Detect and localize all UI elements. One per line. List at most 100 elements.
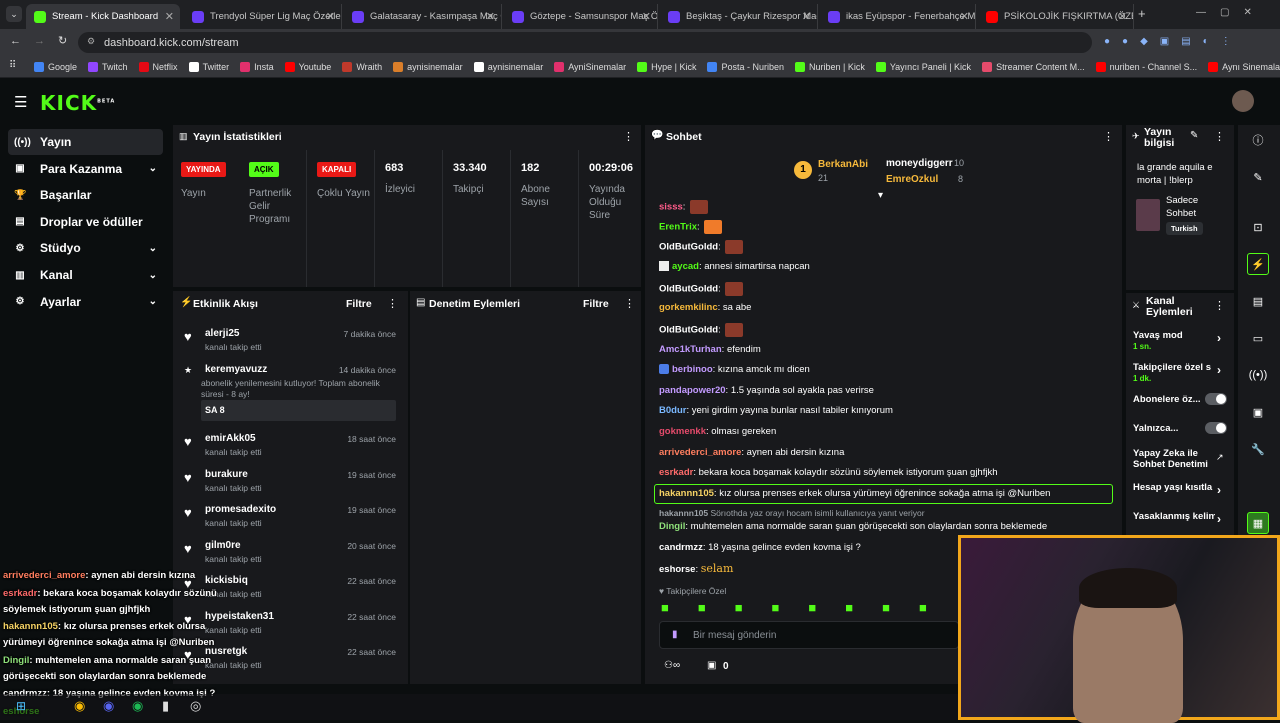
chevron-down-icon[interactable]: ⌄ (149, 163, 157, 174)
channel-action-label[interactable]: Yapay Zeka ile Sohbet Denetimi (1133, 448, 1215, 470)
chevron-down-icon[interactable]: ⌄ (149, 296, 157, 307)
chat-username[interactable]: arrivederci_amore (659, 447, 741, 458)
channel-action-label[interactable]: Hesap yaşı kısıtla (1133, 482, 1215, 493)
discord-icon[interactable]: ◉ (103, 698, 114, 714)
edit-icon[interactable]: ✎ (1190, 130, 1198, 141)
chat-username[interactable]: OldButGoldd (659, 242, 718, 253)
channel-action-label[interactable]: Abonelere öz... (1133, 394, 1215, 405)
app-icon[interactable]: ▮ (162, 698, 169, 714)
info-icon[interactable]: ⓘ (1247, 129, 1269, 151)
chevron-right-icon[interactable]: › (1217, 331, 1221, 345)
chat-username[interactable]: OldButGoldd (659, 284, 718, 295)
emote-bar[interactable]: ■■■■■■■■ (661, 600, 956, 615)
close-icon[interactable]: ✕ (165, 10, 174, 23)
apps-icon[interactable]: ⠿ (9, 60, 16, 71)
bookmark-item[interactable]: aynisinemalar (473, 61, 543, 72)
menu-icon[interactable]: ☰ (14, 93, 27, 111)
new-tab-icon[interactable]: + (1138, 6, 1146, 21)
bookmark-item[interactable]: Google (34, 61, 77, 72)
chevron-right-icon[interactable]: › (1217, 512, 1221, 526)
feed-username[interactable]: alerji25 (205, 328, 239, 339)
chat-username[interactable]: sisss (659, 202, 683, 213)
filter-button[interactable]: Filtre (583, 298, 609, 310)
channel-action-label[interactable]: Yasaklanmış kelim (1133, 511, 1215, 522)
tab-goztepe[interactable]: Göztepe - Samsunspor Maç Öz ✕ (504, 4, 658, 29)
external-link-icon[interactable]: ↗ (1216, 452, 1224, 463)
address-bar[interactable]: ⚙ dashboard.kick.com/stream (78, 32, 1092, 53)
bookmark-item[interactable]: Netflix (138, 61, 178, 72)
sidebar-item-3[interactable]: ▤ Droplar ve ödüller (8, 209, 163, 235)
chat-input[interactable]: ▮ Bir mesaj gönderin (659, 621, 959, 649)
wrench-icon[interactable]: 🔧 (1247, 438, 1269, 460)
chat-username[interactable]: aycad (672, 261, 699, 272)
feed-username[interactable]: promesadexito (205, 504, 276, 515)
site-info-icon[interactable]: ⚙ (87, 36, 95, 47)
close-icon[interactable]: ✕ (326, 10, 335, 23)
feed-username[interactable]: burakure (205, 469, 248, 480)
spotify-icon[interactable]: ◉ (132, 698, 143, 714)
close-icon[interactable]: ✕ (486, 10, 495, 23)
screenshot-icon[interactable]: ⊡ (1247, 216, 1269, 238)
close-icon[interactable]: ✕ (802, 10, 811, 23)
avatar[interactable] (1232, 90, 1254, 112)
channel-action-label[interactable]: Yalnızca... (1133, 423, 1215, 434)
broadcast-icon[interactable]: ((•)) (1247, 364, 1269, 386)
chevron-right-icon[interactable]: › (1217, 363, 1221, 377)
bookmark-item[interactable]: Streamer Content M... (982, 61, 1085, 72)
chat-username[interactable]: B0dur (659, 405, 686, 416)
bookmark-item[interactable]: Aynı Sinemalar - Ça... (1208, 61, 1280, 72)
chat-username[interactable]: pandapower20 (659, 385, 726, 396)
toggle-switch[interactable] (1205, 422, 1227, 434)
obs-icon[interactable]: ◎ (190, 698, 201, 714)
chat-username[interactable]: hakannn105 (659, 508, 708, 518)
chat-username[interactable]: esrkadr (659, 467, 693, 478)
chat-username[interactable]: Dingil (659, 521, 685, 532)
chat-username[interactable]: candrmzz (659, 542, 703, 553)
bookmark-item[interactable]: Insta (240, 61, 274, 72)
kick-logo[interactable]: KICKBETA (40, 91, 115, 115)
bookmark-item[interactable]: aynisinemalar (393, 61, 463, 72)
tab-super-lig[interactable]: Trendyol Süper Lig Maç Özetleri ✕ (184, 4, 342, 29)
channel-action-label[interactable]: Takipçilere özel s (1133, 362, 1215, 373)
chat-username[interactable]: ErenTrix (659, 222, 697, 233)
feed-username[interactable]: emirAkk05 (205, 433, 256, 444)
tab-eyupspor[interactable]: ikas Eyüpspor - Fenerbahçe Ma ✕ (820, 4, 976, 29)
sidebar-item-5[interactable]: ▥ Kanal ⌄ (8, 262, 163, 288)
tab-galatasaray[interactable]: Galatasaray - Kasımpaşa Maç Ö ✕ (344, 4, 502, 29)
feed-username[interactable]: keremyavuzz (205, 364, 267, 375)
window-controls[interactable]: —▢✕ (1196, 7, 1266, 18)
chat-icon[interactable]: ▭ (1247, 327, 1269, 349)
chevron-down-icon[interactable]: ⌄ (149, 270, 157, 281)
tab-kick-dashboard[interactable]: Stream - Kick Dashboard ✕ (26, 4, 180, 29)
sidebar-item-0[interactable]: ((•)) Yayın (8, 129, 163, 155)
more-options-icon[interactable]: ⋮ (387, 297, 398, 310)
document-icon[interactable]: ▤ (1247, 290, 1269, 312)
chat-username[interactable]: gokmenkk (659, 426, 706, 437)
chevron-down-icon[interactable]: ⌄ (149, 243, 157, 254)
bookmark-item[interactable]: Nuriben | Kick (794, 61, 865, 72)
chat-username[interactable]: OldButGoldd (659, 325, 718, 336)
sidebar-item-2[interactable]: 🏆 Başarılar (8, 182, 163, 208)
more-options-icon[interactable]: ⋮ (1214, 299, 1225, 312)
tab-besiktas[interactable]: Beşiktaş - Çaykur Rizespor Maç ✕ (660, 4, 818, 29)
tab-search-button[interactable]: ⌄ (6, 6, 22, 22)
bookmark-item[interactable]: Twitter (188, 61, 229, 72)
tab-youtube[interactable]: PSİKOLOJİK FIŞKIRTMA (ÖZET_✕ (978, 4, 1134, 29)
more-options-icon[interactable]: ⋮ (623, 130, 634, 143)
channel-action-label[interactable]: Yavaş mod (1133, 330, 1215, 341)
bookmark-item[interactable]: Wraith (342, 61, 382, 72)
back-icon[interactable]: ← (10, 35, 21, 47)
bookmark-item[interactable]: Yayıncı Paneli | Kick (875, 61, 971, 72)
chat-username[interactable]: Amc1kTurhan (659, 344, 722, 355)
sidebar-item-1[interactable]: ▣ Para Kazanma ⌄ (8, 156, 163, 182)
more-options-icon[interactable]: ⋮ (1103, 130, 1114, 143)
chrome-icon[interactable]: ◉ (74, 698, 85, 714)
sidebar-item-6[interactable]: ⚙ Ayarlar ⌄ (8, 289, 163, 315)
game-icon[interactable]: ▦ (1247, 512, 1269, 534)
layout-icon[interactable]: ▣ (1247, 401, 1269, 423)
expand-leaderboard-icon[interactable]: ▾ (878, 190, 883, 201)
bookmark-item[interactable]: Hype | Kick (637, 61, 696, 72)
forward-icon[interactable]: → (34, 35, 45, 47)
chevron-right-icon[interactable]: › (1217, 483, 1221, 497)
extension-icons[interactable]: ●●◆▣▤◐⋮ (1104, 36, 1243, 47)
